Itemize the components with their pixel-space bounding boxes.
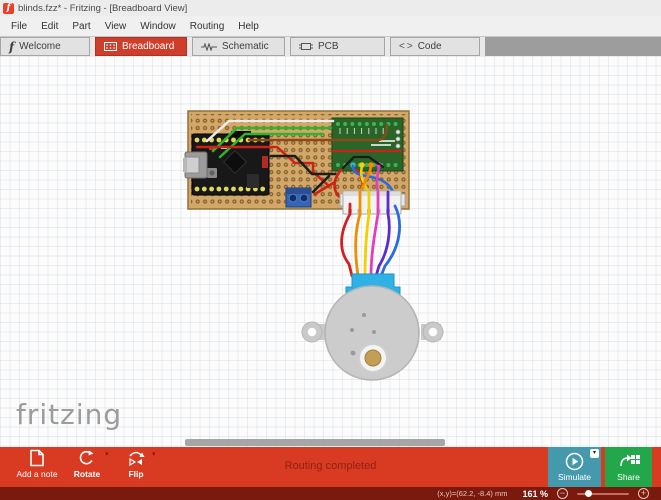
share-label: Share xyxy=(617,472,640,482)
breadboard-icon xyxy=(104,42,117,51)
tab-breadboard[interactable]: Breadboard xyxy=(95,37,187,56)
bottom-toolbar: Add a note Rotate ▾ Flip ▾ Routing compl… xyxy=(0,447,661,487)
terminal-block[interactable] xyxy=(286,188,311,207)
view-tab-bar: f Welcome Breadboard Schematic PCB < > C… xyxy=(0,36,661,56)
play-circle-icon xyxy=(565,452,584,471)
schematic-icon xyxy=(201,43,217,51)
title-bar: f blinds.fzz* - Fritzing - [Breadboard V… xyxy=(0,0,661,16)
breadboard-view-canvas[interactable]: fritzing xyxy=(0,56,661,447)
menu-window[interactable]: Window xyxy=(133,18,183,35)
share-icon xyxy=(618,453,640,471)
menu-bar: File Edit Part View Window Routing Help xyxy=(0,16,661,36)
simulate-dropdown-icon[interactable]: ▾ xyxy=(590,449,599,458)
fritzing-f-icon: f xyxy=(9,40,14,54)
horizontal-scrollbar[interactable] xyxy=(185,439,445,446)
fritzing-watermark: fritzing xyxy=(16,398,122,431)
tab-schematic[interactable]: Schematic xyxy=(192,37,285,56)
pcb-icon xyxy=(299,42,313,51)
zoom-slider[interactable] xyxy=(577,493,629,495)
driver-board[interactable] xyxy=(332,118,403,171)
tab-breadboard-label: Breadboard xyxy=(122,41,174,52)
tab-code[interactable]: < > Code xyxy=(390,37,480,56)
tab-bar-filler xyxy=(485,37,661,56)
tab-welcome[interactable]: f Welcome xyxy=(0,37,90,56)
tab-schematic-label: Schematic xyxy=(222,41,269,52)
zoom-level: 161 % xyxy=(522,489,548,499)
tab-pcb[interactable]: PCB xyxy=(290,37,385,56)
menu-file[interactable]: File xyxy=(4,18,34,35)
menu-routing[interactable]: Routing xyxy=(183,18,231,35)
tab-welcome-label: Welcome xyxy=(19,41,61,52)
cursor-coordinates: (x,y)=(62.2, -8.4) mm xyxy=(437,489,507,498)
window-title: blinds.fzz* - Fritzing - [Breadboard Vie… xyxy=(18,3,187,14)
flip-dropdown-icon[interactable]: ▾ xyxy=(152,450,156,458)
menu-view[interactable]: View xyxy=(98,18,134,35)
status-bar: (x,y)=(62.2, -8.4) mm 161 % − + xyxy=(0,487,661,500)
fritzing-logo-icon: f xyxy=(3,3,14,14)
menu-part[interactable]: Part xyxy=(65,18,97,35)
share-button[interactable]: Share xyxy=(605,447,652,487)
simulate-label: Simulate xyxy=(558,472,591,482)
usb-connector xyxy=(183,152,207,178)
tab-code-label: Code xyxy=(418,41,442,52)
stepper-motor[interactable] xyxy=(302,274,443,380)
zoom-in-icon[interactable]: + xyxy=(638,488,649,499)
menu-edit[interactable]: Edit xyxy=(34,18,65,35)
motor-shaft xyxy=(365,350,381,366)
circuit-scene xyxy=(183,104,463,404)
code-icon: < > xyxy=(399,41,413,52)
simulate-button[interactable]: Simulate ▾ xyxy=(548,447,601,487)
zoom-slider-knob[interactable] xyxy=(585,490,592,497)
rotate-dropdown-icon[interactable]: ▾ xyxy=(105,450,109,458)
zoom-out-icon[interactable]: − xyxy=(557,488,568,499)
menu-help[interactable]: Help xyxy=(231,18,266,35)
tab-pcb-label: PCB xyxy=(318,41,339,52)
